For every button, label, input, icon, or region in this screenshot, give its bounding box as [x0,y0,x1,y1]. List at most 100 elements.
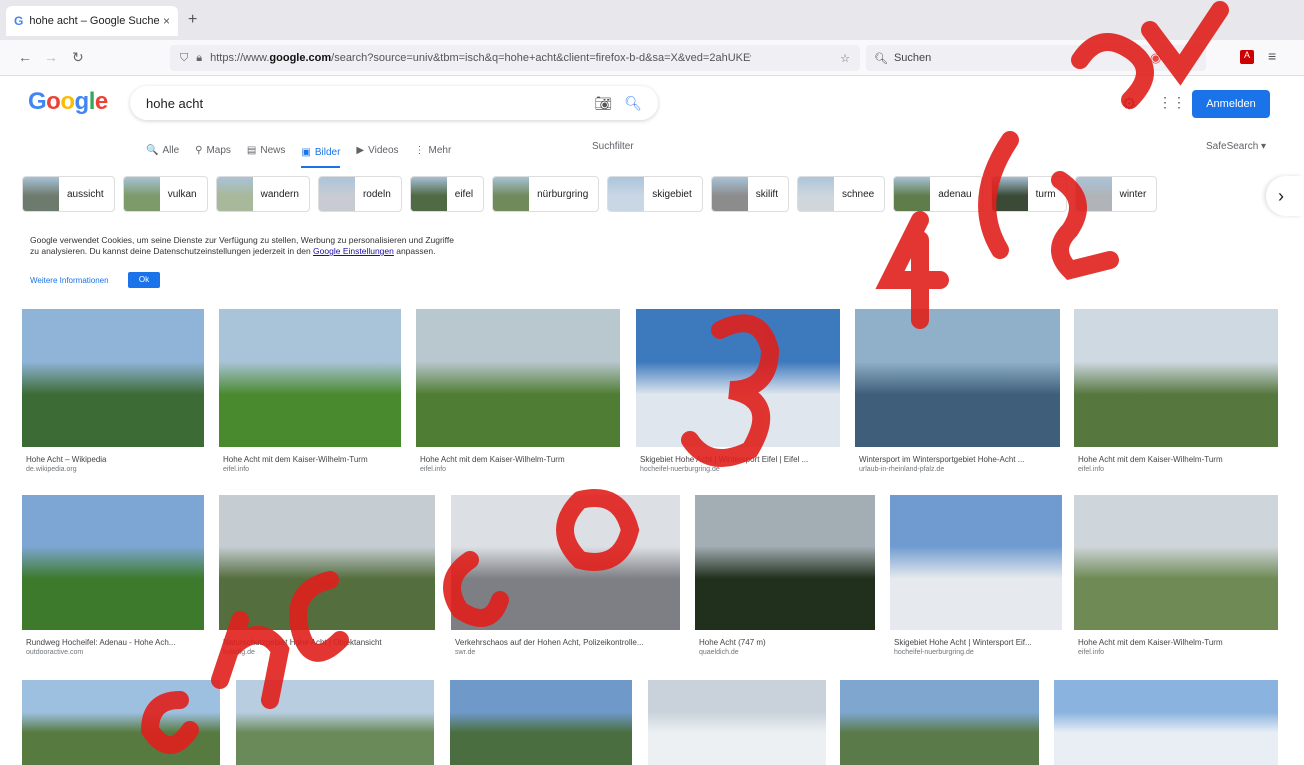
result-title[interactable]: Rundweg Hocheifel: Adenau - Hohe Ach... [26,638,202,647]
image-result[interactable] [22,680,220,765]
image-result[interactable]: Naturschutzgebiet Hohe Acht | Objektansi… [219,495,435,662]
pocket-icon[interactable]: ◉ [1150,50,1161,66]
chevron-right-icon[interactable]: › [1266,176,1302,216]
tab-maps[interactable]: ⚲ Maps [195,140,231,160]
tab-icon: 🔍 [146,144,159,156]
image-result[interactable] [450,680,632,765]
result-title[interactable]: Hohe Acht mit dem Kaiser-Wilhelm-Turm [420,455,618,464]
result-thumbnail[interactable] [219,309,401,447]
chip-thumbnail [1075,177,1112,211]
browser-tab[interactable]: G hohe acht – Google Suche × [6,6,178,36]
tab-bilder[interactable]: ▣ Bilder [301,146,341,168]
search-filter-button[interactable]: Suchfilter [592,141,634,152]
hamburger-menu-icon[interactable]: ≡ [1268,48,1276,64]
chip-label: vulkan [167,188,197,200]
chip-schnee[interactable]: schnee [796,176,886,212]
chip-skilift[interactable]: skilift [710,176,789,212]
chip-adenau[interactable]: adenau [893,176,983,212]
result-title[interactable]: Hohe Acht mit dem Kaiser-Wilhelm-Turm [223,455,399,464]
image-result[interactable]: Hohe Acht mit dem Kaiser-Wilhelm-Turm eif… [1074,309,1278,479]
url-host: google.com [269,52,332,64]
search-icon: 🔍︎ [874,52,888,65]
image-result[interactable]: Hohe Acht mit dem Kaiser-Wilhelm-Turm eif… [219,309,401,479]
chip-aussicht[interactable]: aussicht [22,176,115,212]
result-title[interactable]: Wintersport im Wintersportgebiet Hohe-Ac… [859,455,1058,464]
reload-icon[interactable]: ↻ [72,49,84,66]
related-search-chips: aussicht vulkan wandern rodeln eifel nürburgr… [22,176,1165,214]
tab-label: Mehr [428,144,452,156]
result-thumbnail[interactable] [236,680,434,765]
bookmark-star-icon[interactable]: ☆ [840,52,850,65]
result-title[interactable]: Hohe Acht mit dem Kaiser-Wilhelm-Turm [1078,455,1276,464]
image-result[interactable] [840,680,1039,765]
back-icon[interactable]: ← [18,49,32,65]
google-search-input[interactable]: hohe acht 📷︎ 🔍︎ [130,86,658,120]
more-info-link[interactable]: Weitere Informationen [30,276,109,285]
image-result[interactable]: Wintersport im Wintersportgebiet Hohe-Ac… [855,309,1060,479]
result-thumbnail[interactable] [1074,495,1278,630]
result-title[interactable]: Naturschutzgebiet Hohe Acht | Objektansi… [223,638,433,647]
search-icon[interactable]: 🔍︎ [624,95,642,112]
chip-winter[interactable]: winter [1074,176,1158,212]
tab-alle[interactable]: 🔍 Alle [146,140,179,160]
chip-skigebiet[interactable]: skigebiet [607,176,703,212]
image-result[interactable]: Hohe Acht – Wikipedia de.wikipedia.org [22,309,204,479]
result-thumbnail[interactable] [416,309,620,447]
tab-news[interactable]: ▤ News [247,140,285,160]
google-logo[interactable]: Google [28,88,108,116]
result-thumbnail[interactable] [22,309,204,447]
chip-nürburgring[interactable]: nürburgring [492,176,600,212]
chip-rodeln[interactable]: rodeln [317,176,402,212]
result-thumbnail[interactable] [22,680,220,765]
result-thumbnail[interactable] [1074,309,1278,447]
result-title[interactable]: Verkehrschaos auf der Hohen Acht, Polize… [455,638,678,647]
image-result[interactable] [1054,680,1278,765]
image-result[interactable] [648,680,826,765]
result-source: hocheifel-nuerburgring.de [894,649,974,656]
chip-wandern[interactable]: wandern [215,176,310,212]
tab-label: Bilder [314,146,341,158]
camera-icon[interactable]: 📷︎ [594,95,612,112]
image-result[interactable] [236,680,434,765]
url-bar[interactable]: ⛉ 🔒︎ https://www. google.com/search?sourc… [170,45,860,71]
safesearch-dropdown[interactable]: SafeSearch ▾ [1206,141,1266,152]
result-thumbnail[interactable] [450,680,632,765]
result-title[interactable]: Hohe Acht (747 m) [699,638,873,647]
cookie-ok-button[interactable]: Ok [128,272,160,288]
result-thumbnail[interactable] [22,495,204,630]
result-thumbnail[interactable] [648,680,826,765]
result-thumbnail[interactable] [451,495,680,630]
close-tab-icon[interactable]: × [163,14,170,28]
tab-videos[interactable]: ▶ Videos [356,140,398,160]
result-title[interactable]: Hohe Acht – Wikipedia [26,455,202,464]
tab-mehr[interactable]: ⋮ Mehr [415,140,452,160]
chip-vulkan[interactable]: vulkan [122,176,208,212]
result-thumbnail[interactable] [890,495,1062,630]
pdf-extension-icon[interactable]: A [1240,50,1254,64]
image-result[interactable]: Verkehrschaos auf der Hohen Acht, Polize… [451,495,680,662]
result-thumbnail[interactable] [636,309,840,447]
new-tab-button[interactable]: + [188,11,197,29]
image-result[interactable]: Hohe Acht (747 m) quaeldich.de [695,495,875,662]
gear-icon[interactable]: ⚙ [1122,94,1136,114]
result-thumbnail[interactable] [840,680,1039,765]
result-source: swr.de [455,649,476,656]
chip-turm[interactable]: turm [990,176,1067,212]
result-thumbnail[interactable] [219,495,435,630]
image-result[interactable]: Skigebiet Hohe Acht | Wintersport Eif...… [890,495,1062,662]
result-title[interactable]: Skigebiet Hohe Acht | Wintersport Eifel … [640,455,838,464]
signin-button[interactable]: Anmelden [1192,90,1270,118]
chip-eifel[interactable]: eifel [409,176,485,212]
image-result[interactable]: Rundweg Hocheifel: Adenau - Hohe Ach... o… [22,495,204,662]
result-title[interactable]: Hohe Acht mit dem Kaiser-Wilhelm-Turm [1078,638,1276,647]
result-title[interactable]: Skigebiet Hohe Acht | Wintersport Eif... [894,638,1060,647]
result-thumbnail[interactable] [1054,680,1278,765]
result-thumbnail[interactable] [855,309,1060,447]
image-result[interactable]: Skigebiet Hohe Acht | Wintersport Eifel … [636,309,840,479]
google-settings-link[interactable]: Google Einstellungen [313,246,394,256]
result-thumbnail[interactable] [695,495,875,630]
image-result[interactable]: Hohe Acht mit dem Kaiser-Wilhelm-Turm eif… [1074,495,1278,662]
forward-icon[interactable]: → [44,49,58,65]
chip-thumbnail [410,177,447,211]
image-result[interactable]: Hohe Acht mit dem Kaiser-Wilhelm-Turm eif… [416,309,620,479]
